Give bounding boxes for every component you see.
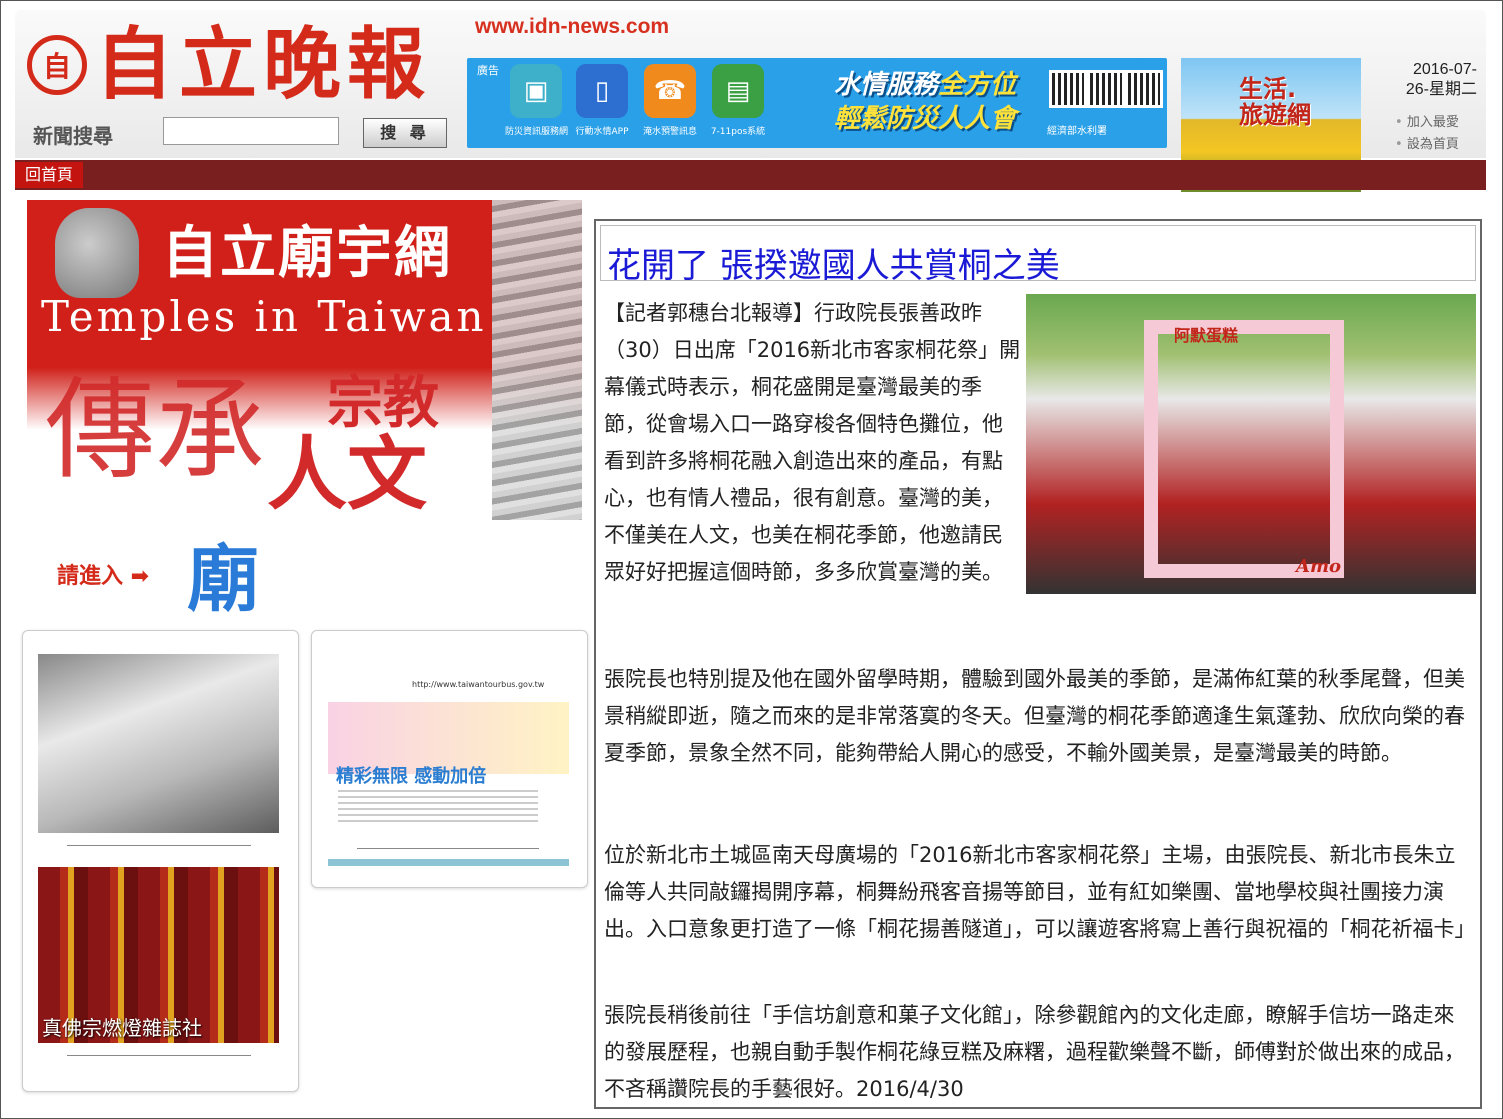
monitor-icon: ▣ <box>510 64 562 118</box>
app-disaster-info[interactable]: ▣ 防災資訊服務網 <box>505 64 569 146</box>
app-flood-warning[interactable]: ☎ 淹水預警訊息 <box>639 64 701 146</box>
tour-ad-tagline: 精彩無限 感動加倍 <box>336 766 487 787</box>
travel-ad-line2: 旅遊網 <box>1239 101 1311 130</box>
temple-ad-temple: 廟 <box>187 536 260 618</box>
site-header: 自 自立晚報 www.idn-news.com 新聞搜尋 搜 尋 廣告 ▣ 防災… <box>15 10 1486 192</box>
search-label: 新聞搜尋 <box>33 124 113 148</box>
store-icon: ▤ <box>712 64 764 118</box>
dragon-carving-image <box>492 200 582 520</box>
app-caption: 行動水情APP <box>575 127 629 137</box>
app-caption: 淹水預警訊息 <box>642 127 697 137</box>
divider <box>357 848 539 849</box>
article-paragraph: 張院長也特別提及他在國外留學時期，體驗到國外最美的季節，是滿佈紅葉的秋季尾聲，但… <box>604 667 1465 765</box>
app-pos-system[interactable]: ▤ 7-11pos系統 <box>707 64 769 146</box>
tour-ad-bar <box>328 859 569 866</box>
telephone-icon: ☎ <box>644 64 696 118</box>
article-title: 花開了 張揆邀國人共賞桐之美 <box>607 246 1060 286</box>
app-mobile-water[interactable]: ▯ 行動水情APP <box>571 64 633 146</box>
current-date: 2016-07- 26-星期二 <box>1377 60 1477 100</box>
article-title-box: 花開了 張揆邀國人共賞桐之美 <box>600 225 1476 286</box>
add-favorite-link[interactable]: 加入最愛 <box>1395 112 1459 134</box>
divider <box>67 845 251 846</box>
tour-ad-url: http://www.taiwantourbus.gov.tw <box>412 680 545 689</box>
temple-ad-title: 自立廟宇網 <box>162 221 452 286</box>
photo-brand-text: 阿默蛋糕 <box>1174 326 1239 345</box>
tour-ad-fineprint <box>338 790 538 824</box>
logo-badge: 自 <box>27 35 87 95</box>
article: 花開了 張揆邀國人共賞桐之美 阿默蛋糕 Amo 【記者郭穗台北報導】行政院長張善… <box>594 219 1482 1109</box>
temple-ad-heritage: 傳承 <box>45 366 265 494</box>
temple-ad-enter: 請進入 ➡ <box>57 564 150 589</box>
site-url[interactable]: www.idn-news.com <box>475 15 669 39</box>
article-paragraph: 位於新北市土城區南天母廣場的「2016新北市客家桐花祭」主場，由張院長、新北市長… <box>604 843 1465 941</box>
banner-slogan: 水情服務全方位 輕鬆防災人人會 <box>805 68 1045 136</box>
buddha-ad-caption: 真佛宗燃燈雜誌社 <box>42 1016 202 1040</box>
home-link[interactable]: 回首頁 <box>15 162 84 188</box>
date-line2: 26-星期二 <box>1405 81 1477 98</box>
slogan-line2: 輕鬆防災人人會 <box>833 104 1016 134</box>
car-ad-image[interactable] <box>38 654 279 833</box>
search-button[interactable]: 搜 尋 <box>363 118 447 148</box>
travel-ad-title: 生活. 旅遊網 <box>1239 76 1311 129</box>
search-input[interactable] <box>163 117 339 145</box>
travel-ad-line1: 生活. <box>1239 75 1297 103</box>
qr-code <box>1125 70 1163 108</box>
qr-code <box>1087 70 1125 108</box>
water-service-banner-ad[interactable]: 廣告 ▣ 防災資訊服務網 ▯ 行動水情APP ☎ 淹水預警訊息 ▤ 7-11po… <box>467 58 1167 148</box>
banner-org: 經濟部水利署 <box>1047 126 1107 137</box>
slogan-highlight: 全方位 <box>938 70 1017 100</box>
slogan-part: 水情服務 <box>833 70 938 100</box>
photo-brand-mark: Amo <box>1296 556 1342 577</box>
ad-tag: 廣告 <box>477 64 499 77</box>
stone-lion-image <box>55 208 139 298</box>
article-paragraph: 【記者郭穗台北報導】行政院長張善政昨（30）日出席「2016新北市客家桐花祭」開… <box>604 301 1021 584</box>
logo-text: 自立晚報 <box>95 19 432 110</box>
article-photo[interactable]: 阿默蛋糕 Amo <box>1026 294 1476 594</box>
site-logo[interactable]: 自 自立晚報 <box>27 20 431 110</box>
divider <box>67 1055 251 1056</box>
date-line1: 2016-07- <box>1412 61 1477 78</box>
set-homepage-link[interactable]: 設為首頁 <box>1395 134 1459 156</box>
photo-frame-prop <box>1144 320 1344 578</box>
nav-bar: 回首頁 <box>15 160 1486 190</box>
buddha-magazine-ad[interactable]: 真佛宗燃燈雜誌社 <box>38 867 279 1043</box>
taiwan-tour-bus-ad[interactable]: http://www.taiwantourbus.gov.tw 精彩無限 感動加… <box>328 668 569 828</box>
phone-icon: ▯ <box>576 64 628 118</box>
app-caption: 7-11pos系統 <box>710 127 766 137</box>
header-links: 加入最愛 設為首頁 <box>1395 112 1459 156</box>
temple-site-ad[interactable]: 自立廟宇網 Temples in Taiwan 傳承 宗教 人文 請進入 ➡ 廟 <box>27 200 582 618</box>
temple-ad-culture: 人文 <box>267 428 427 521</box>
article-paragraph: 張院長稍後前往「手信坊創意和菓子文化館」，除參觀館內的文化走廊，瞭解手信坊一路走… <box>604 1003 1465 1101</box>
qr-code <box>1049 70 1087 108</box>
temple-ad-subtitle: Temples in Taiwan <box>41 292 487 341</box>
app-caption: 防災資訊服務網 <box>505 127 569 137</box>
